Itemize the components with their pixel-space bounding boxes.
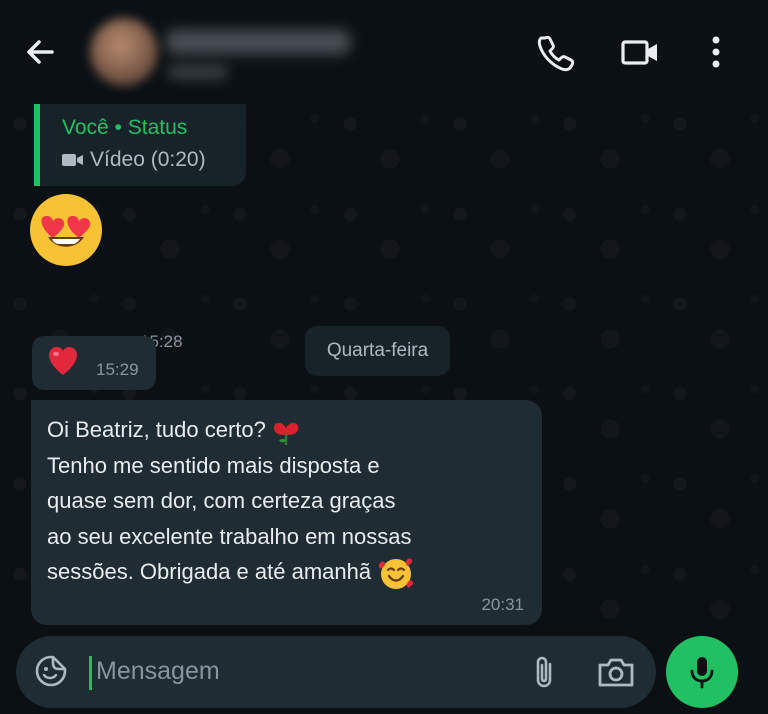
chat-header (0, 0, 768, 104)
voice-message-button[interactable] (666, 636, 738, 708)
video-camera-icon (62, 154, 83, 166)
phone-icon[interactable] (536, 32, 576, 72)
paperclip-icon[interactable] (528, 654, 562, 690)
microphone-icon (690, 657, 714, 689)
message-line-1-text: Oi Beatriz, tudo certo? (47, 417, 266, 442)
more-vertical-icon[interactable] (700, 32, 740, 72)
smiling-face-with-hearts-icon (379, 558, 414, 590)
message-line-1: Oi Beatriz, tudo certo? (47, 412, 527, 448)
sticker-icon[interactable] (34, 654, 68, 688)
status-subtitle: Vídeo (0:20) (90, 148, 206, 171)
status-subtitle-row: Vídeo (0:20) (62, 148, 206, 172)
status-reply-bubble[interactable]: Você • Status Vídeo (0:20) (34, 104, 246, 186)
message-line-5: sessões. Obrigada e até amanhã (47, 554, 527, 591)
status-quote[interactable]: Você • Status Vídeo (0:20) (34, 104, 246, 186)
contact-avatar[interactable] (90, 18, 158, 86)
text-message-bubble[interactable]: Oi Beatriz, tudo certo? Tenho me sentido… (31, 400, 542, 625)
date-separator: Quarta-feira (305, 326, 450, 376)
message-line-3: quase sem dor, com certeza graças (47, 488, 396, 513)
message-time: 20:31 (481, 595, 524, 614)
message-line-5-text: sessões. Obrigada e até amanhã (47, 559, 372, 584)
heart-eyes-emoji-icon (30, 194, 102, 266)
camera-icon[interactable] (596, 654, 636, 690)
message-input[interactable]: Mensagem (96, 657, 220, 686)
message-line-2: Tenho me sentido mais disposta e (47, 452, 380, 478)
contact-status-blurred (168, 64, 228, 80)
status-title: Você • Status (62, 116, 188, 139)
message-text: Oi Beatriz, tudo certo? Tenho me sentido… (47, 412, 527, 591)
text-caret (89, 656, 92, 690)
rose-emoji-icon (273, 423, 299, 446)
chat-area[interactable]: Você • Status Vídeo (0:20) 15:28 Quarta-… (0, 104, 768, 634)
video-call-icon[interactable] (620, 32, 660, 72)
message-line-4: ao seu excelente trabalho em nossas (47, 523, 412, 549)
contact-name-blurred[interactable] (166, 30, 350, 54)
red-heart-icon (49, 347, 77, 375)
heart-time: 15:29 (96, 360, 139, 379)
heart-message-bubble[interactable]: 15:29 (32, 336, 156, 390)
arrow-left-icon[interactable] (22, 34, 58, 70)
message-composer[interactable]: Mensagem (16, 636, 656, 708)
